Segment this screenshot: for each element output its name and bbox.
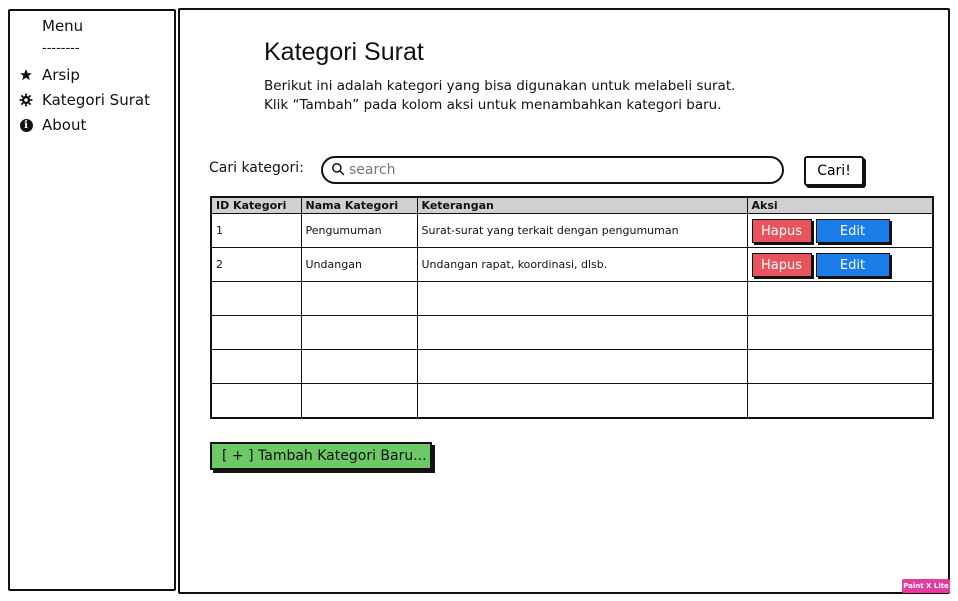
menu-title: Menu [42,17,84,35]
table-row-empty [210,383,934,419]
sidebar-item-kategori-surat[interactable]: Kategori Surat [18,91,150,109]
menu-separator: -------- [42,41,80,56]
search-icon [331,161,349,180]
cell-name: Pengumuman [300,213,418,248]
info-icon: i [18,118,34,132]
column-header-actions: Aksi [746,196,934,214]
sidebar-item-label: Kategori Surat [42,91,150,109]
star-icon [18,68,34,82]
table-row: 1 Pengumuman Surat-surat yang terkait de… [210,213,934,248]
column-header-name: Nama Kategori [300,196,418,214]
cell-description: Surat-surat yang terkait dengan pengumum… [416,213,748,248]
delete-button[interactable]: Hapus [751,252,812,277]
description-line-2: Klik “Tambah” pada kolom aksi untuk mena… [264,97,722,113]
search-input[interactable] [349,162,749,178]
sidebar: Menu -------- Arsip Kategori Surat i Abo… [8,9,176,591]
description-line-1: Berikut ini adalah kategori yang bisa di… [264,78,736,94]
table-row-empty [210,281,934,316]
category-table: ID Kategori Nama Kategori Keterangan Aks… [210,196,934,419]
gear-icon [18,93,34,107]
cell-description: Undangan rapat, koordinasi, dlsb. [416,247,748,282]
sidebar-item-label: About [42,116,87,134]
cell-id: 1 [210,213,302,248]
sidebar-item-about[interactable]: i About [18,116,86,134]
edit-button[interactable]: Edit [815,252,890,277]
sidebar-item-arsip[interactable]: Arsip [18,66,80,84]
sidebar-item-label: Arsip [42,66,80,84]
watermark-badge: Paint X Lite [902,579,950,593]
search-box [321,156,784,184]
delete-button[interactable]: Hapus [751,218,812,243]
page-title: Kategori Surat [264,38,424,66]
main-panel: Kategori Surat Berikut ini adalah katego… [178,8,950,594]
edit-button[interactable]: Edit [815,218,890,243]
cell-id: 2 [210,247,302,282]
table-row: 2 Undangan Undangan rapat, koordinasi, d… [210,247,934,282]
add-category-button[interactable]: [ + ] Tambah Kategori Baru... [210,442,432,470]
table-header-row: ID Kategori Nama Kategori Keterangan Aks… [210,196,934,214]
column-header-id: ID Kategori [210,196,302,214]
search-label: Cari kategori: [209,160,304,176]
table-row-empty [210,349,934,384]
cell-actions: Hapus Edit [746,247,934,282]
cell-name: Undangan [300,247,418,282]
column-header-description: Keterangan [416,196,748,214]
cell-actions: Hapus Edit [746,213,934,248]
table-row-empty [210,315,934,350]
search-button[interactable]: Cari! [804,156,864,186]
